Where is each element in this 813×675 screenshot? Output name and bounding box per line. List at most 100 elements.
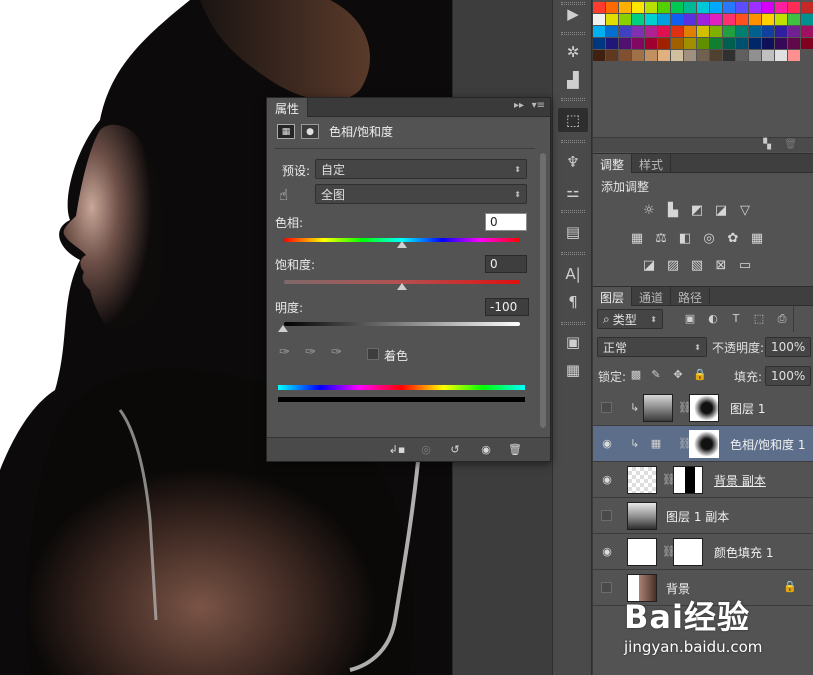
- selective-color-icon[interactable]: ⊠: [711, 256, 731, 274]
- color-swatch[interactable]: [749, 50, 761, 61]
- tab-styles[interactable]: 样式: [632, 154, 672, 173]
- color-swatch[interactable]: [749, 38, 761, 49]
- smart-object-filter-icon[interactable]: ⎙: [775, 312, 789, 326]
- layer-row[interactable]: 图层 1 副本: [593, 498, 813, 534]
- color-swatch[interactable]: [801, 26, 813, 37]
- layer-filter-select[interactable]: ⌕ 类型 ⬍: [597, 309, 663, 329]
- color-swatch[interactable]: [645, 2, 657, 13]
- color-swatch[interactable]: [801, 2, 813, 13]
- eyedropper-plus-icon[interactable]: ✑: [305, 345, 316, 360]
- color-swatch[interactable]: [619, 26, 631, 37]
- clip-to-layer-icon[interactable]: ↲▪: [386, 441, 408, 458]
- color-swatch[interactable]: [606, 38, 618, 49]
- layer-row[interactable]: ◉ ⛓ 背景 副本: [593, 462, 813, 498]
- color-swatch[interactable]: [645, 26, 657, 37]
- reset-icon[interactable]: ↺: [444, 441, 466, 458]
- color-swatch[interactable]: [736, 26, 748, 37]
- eyedropper-icon[interactable]: ✑: [279, 345, 290, 360]
- color-swatch[interactable]: [775, 26, 787, 37]
- color-swatch[interactable]: [723, 50, 735, 61]
- color-swatch[interactable]: [788, 26, 800, 37]
- play-icon[interactable]: ▶: [558, 2, 588, 26]
- color-swatch[interactable]: [632, 50, 644, 61]
- color-swatch[interactable]: [723, 26, 735, 37]
- character-icon[interactable]: A|: [558, 262, 588, 286]
- color-swatch[interactable]: [788, 2, 800, 13]
- mask-mode-icon[interactable]: ●: [301, 124, 319, 139]
- tab-adjustments[interactable]: 调整: [593, 154, 633, 173]
- color-swatch[interactable]: [762, 14, 774, 25]
- tab-channels[interactable]: 通道: [632, 287, 672, 306]
- color-swatch[interactable]: [671, 2, 683, 13]
- color-swatch[interactable]: [632, 26, 644, 37]
- visibility-toggle[interactable]: [601, 582, 612, 593]
- visibility-toggle[interactable]: [601, 510, 612, 521]
- color-swatch[interactable]: [606, 26, 618, 37]
- color-swatch[interactable]: [788, 14, 800, 25]
- exposure-icon[interactable]: ◪: [711, 201, 731, 219]
- layer-mask-thumbnail[interactable]: [689, 430, 719, 458]
- color-swatch[interactable]: [606, 50, 618, 61]
- lightness-slider-handle[interactable]: [278, 325, 288, 332]
- tab-paths[interactable]: 路径: [671, 287, 711, 306]
- color-swatch[interactable]: [749, 26, 761, 37]
- clone-source-icon[interactable]: ⚍: [558, 180, 588, 204]
- brush-icon[interactable]: ♆: [558, 150, 588, 174]
- color-lookup-icon[interactable]: ▦: [747, 229, 767, 247]
- dock-grip[interactable]: [561, 252, 585, 255]
- color-swatch[interactable]: [697, 2, 709, 13]
- color-swatch[interactable]: [684, 14, 696, 25]
- panel-menu-icon[interactable]: ▾≡: [532, 100, 545, 111]
- eye-icon[interactable]: ◉: [601, 474, 613, 486]
- color-swatch[interactable]: [697, 26, 709, 37]
- collapse-icon[interactable]: ▸▸: [514, 100, 524, 111]
- color-swatch[interactable]: [658, 38, 670, 49]
- lock-image-icon[interactable]: ✎: [649, 368, 663, 382]
- color-swatch[interactable]: [710, 50, 722, 61]
- targeted-adjustment-hand-icon[interactable]: ☝: [279, 186, 288, 204]
- dock-grip[interactable]: [561, 322, 585, 325]
- color-swatch[interactable]: [775, 2, 787, 13]
- color-swatch[interactable]: [801, 14, 813, 25]
- color-swatch[interactable]: [632, 2, 644, 13]
- color-swatch[interactable]: [593, 50, 605, 61]
- dock-grip[interactable]: [561, 98, 585, 101]
- color-swatch[interactable]: [645, 14, 657, 25]
- color-swatch[interactable]: [645, 50, 657, 61]
- histogram-icon[interactable]: ▟: [558, 68, 588, 92]
- black-white-icon[interactable]: ◧: [675, 229, 695, 247]
- color-swatch[interactable]: [684, 26, 696, 37]
- color-swatch[interactable]: [684, 50, 696, 61]
- gradient-map-icon[interactable]: ▭: [735, 256, 755, 274]
- hue-slider-handle[interactable]: [397, 241, 407, 248]
- layer-mask-thumbnail[interactable]: [673, 538, 703, 566]
- layer-name[interactable]: 图层 1 副本: [666, 508, 729, 525]
- colorize-checkbox[interactable]: [367, 348, 379, 360]
- dock-grip[interactable]: [561, 140, 585, 143]
- new-swatch-icon[interactable]: ▚: [763, 139, 771, 150]
- color-swatch[interactable]: [606, 14, 618, 25]
- brightness-icon[interactable]: ☼: [639, 201, 659, 219]
- tool-preset-icon[interactable]: ▤: [558, 220, 588, 244]
- color-swatch[interactable]: [801, 38, 813, 49]
- eye-icon[interactable]: ◉: [601, 546, 613, 558]
- color-swatch[interactable]: [775, 38, 787, 49]
- tab-properties[interactable]: 属性: [267, 98, 309, 117]
- layer-name[interactable]: 图层 1: [730, 400, 765, 417]
- layer-row[interactable]: ◉ ⛓ 颜色填充 1: [593, 534, 813, 570]
- color-swatch[interactable]: [619, 14, 631, 25]
- color-swatch[interactable]: [697, 14, 709, 25]
- color-swatch[interactable]: [593, 2, 605, 13]
- color-swatch[interactable]: [658, 26, 670, 37]
- layer-row[interactable]: ↳ ⛓ 图层 1: [593, 390, 813, 426]
- curves-icon[interactable]: ◩: [687, 201, 707, 219]
- notes-icon[interactable]: ▣: [558, 330, 588, 354]
- color-swatch[interactable]: [658, 14, 670, 25]
- layer-name[interactable]: 色相/饱和度 1: [730, 436, 806, 453]
- pixel-filter-icon[interactable]: ▣: [683, 312, 697, 326]
- layer-name[interactable]: 颜色填充 1: [714, 544, 773, 561]
- layer-mask-thumbnail[interactable]: [673, 466, 703, 494]
- layer-row-selected[interactable]: ◉ ↳ ▦ ⛓ 色相/饱和度 1: [593, 426, 813, 462]
- trash-icon[interactable]: 🗑: [504, 441, 526, 458]
- lightness-input[interactable]: -100: [485, 298, 529, 316]
